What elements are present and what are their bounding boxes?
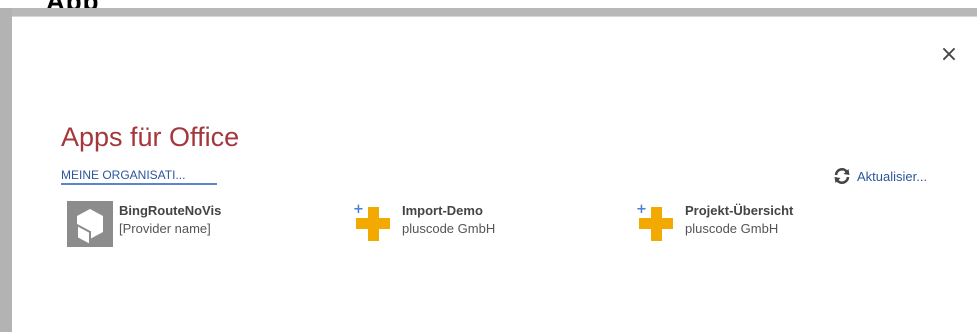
svg-text:+: + (353, 202, 364, 217)
plus-addin-icon: + (633, 201, 679, 247)
dialog-left-border (0, 8, 12, 332)
tab-my-organization[interactable]: MEINE ORGANISATI... (61, 168, 217, 185)
dialog-top-border (0, 8, 977, 16)
app-tile-import-demo[interactable]: + Import-Demo pluscode GmbH (350, 201, 495, 247)
app-tile-projekt-uebersicht[interactable]: + Projekt-Übersicht pluscode GmbH (633, 201, 793, 247)
refresh-button[interactable]: Aktualisier... (833, 168, 927, 184)
refresh-label: Aktualisier... (857, 168, 928, 184)
app-provider: pluscode GmbH (402, 221, 496, 236)
dialog-title: Apps für Office (61, 122, 240, 152)
app-provider: [Provider name] (119, 221, 211, 236)
app-provider: pluscode GmbH (685, 221, 779, 236)
plus-addin-icon: + (350, 201, 396, 247)
app-tile-bingroutenovis[interactable]: BingRouteNoVis [Provider name] (67, 201, 221, 247)
app-name: Import-Demo (402, 203, 483, 218)
office-window: App × Apps für Office MEINE ORGANISATI..… (0, 0, 977, 332)
app-name: BingRouteNoVis (119, 203, 222, 218)
gray-app-tile-icon (67, 201, 113, 247)
app-name: Projekt-Übersicht (685, 203, 794, 218)
svg-text:+: + (636, 202, 647, 217)
close-button[interactable]: × (938, 44, 960, 66)
refresh-icon (833, 168, 851, 184)
